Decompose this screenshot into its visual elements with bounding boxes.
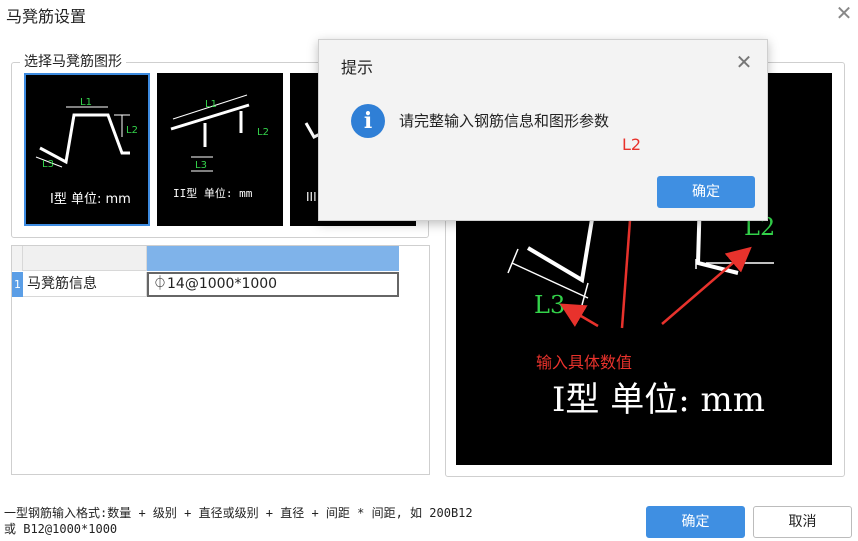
info-icon: i [351,104,385,138]
popup-title: 提示 [341,58,374,77]
cancel-button[interactable]: 取消 [753,506,852,538]
popup-ok-button[interactable]: 确定 [657,176,755,208]
grid-row-label: 马凳筋信息 [23,272,147,297]
grid-corner [12,246,23,271]
dialog-title: 马凳筋设置 [6,7,87,26]
thumb2-caption: II型 单位: mm [173,186,253,200]
preview-caption: I型 单位: mm [552,380,765,420]
grid-row-number: 1 [12,272,23,297]
hint-line-2: 或 B12@1000*1000 [4,522,118,536]
thumb1-label-l2: L2 [126,125,138,136]
dialog-close-icon[interactable]: ✕ [832,2,856,26]
popup-message: 请完整输入钢筋信息和图形参数 [399,112,610,130]
shape-thumb-type2[interactable]: L1 L2 L3 II型 单位: mm [157,73,283,226]
thumb1-label-l3: L3 [42,159,54,170]
thumb2-label-l1: L1 [205,99,217,110]
preview-label-l3: L3 [534,291,565,319]
thumb2-label-l2: L2 [257,127,269,138]
thumb3-caption: III [306,190,317,204]
thumb2-label-l3: L3 [195,160,207,171]
ok-button[interactable]: 确定 [646,506,745,538]
shape-group-legend: 选择马凳筋图形 [20,51,126,71]
grid-header-label-col [23,246,147,271]
hint-line-1: 一型钢筋输入格式:数量 + 级别 + 直径或级别 + 直径 + 间距 * 间距,… [4,506,473,520]
annotation-l2-label: L2 [622,135,642,154]
popup-close-icon[interactable]: ✕ [733,52,755,74]
thumb1-caption: I型 单位: mm [50,192,131,207]
thumb1-label-l1: L1 [80,97,92,108]
input-format-hint: 一型钢筋输入格式:数量 + 级别 + 直径或级别 + 直径 + 间距 * 间距,… [4,505,564,537]
grid-header-value-col [147,246,399,271]
rebar-info-grid: 1 马凳筋信息 ⏀14@1000*1000 [11,245,430,475]
prompt-popup: 提示 ✕ i 请完整输入钢筋信息和图形参数 确定 [318,39,768,221]
shape-thumb-type1[interactable]: L1 L2 L3 I型 单位: mm [24,73,150,226]
rebar-info-input[interactable]: ⏀14@1000*1000 [147,272,399,297]
